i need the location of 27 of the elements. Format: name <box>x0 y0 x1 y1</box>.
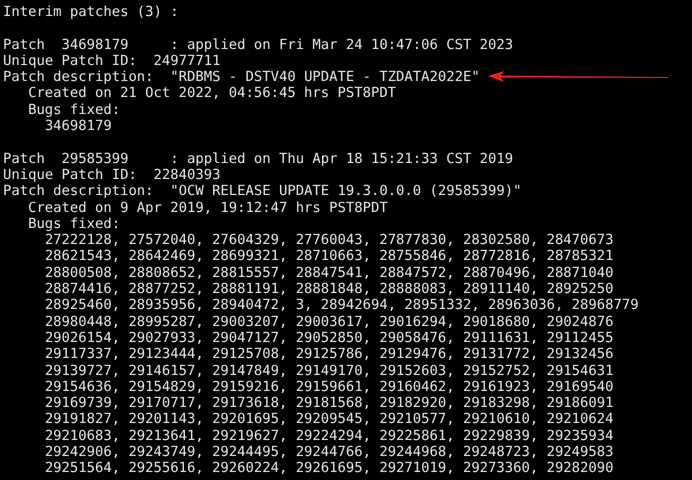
patch-applied-line: Patch 29585399 : applied on Thu Apr 18 15:21:33 CST 2019 <box>3 150 514 167</box>
bug-number-list: 28621543, 28642469, 28699321, 28710663, 28755846, 28772816, 28785321 <box>3 248 614 265</box>
bug-number-list: 28800508, 28808652, 28815557, 28847541, 28847572, 28870496, 28871040 <box>3 264 614 282</box>
bug-number-list: 28874416, 28877252, 28881191, 28881848, 28888083, 28911140, 28925250 <box>3 281 614 298</box>
bug-number-list: 29242906, 29243749, 29244495, 29244766, 29244968, 29248723, 29249583 <box>3 444 614 460</box>
patch-applied-line: Patch 34698179 : applied on Fri Mar 24 10:47:06 CST 2023 <box>3 36 514 53</box>
bugs-fixed-label: Bugs fixed: <box>27 216 120 232</box>
patch-description-line: Patch description: "OCW RELEASE UPDATE 19.3.0.0.0 (29585399)" <box>3 183 522 200</box>
bug-number-list: 34698179 <box>3 118 112 134</box>
bug-number-list: 29191827, 29201143, 29201695, 29209545, 29210577, 29210610, 29210624 <box>3 411 614 428</box>
unique-patch-id-line: Unique Patch ID: 22840393 <box>3 166 220 184</box>
bug-number-list: 29154636, 29154829, 29159216, 29159661, 29160462, 29161923, 29169540 <box>3 378 614 396</box>
bug-number-list: 29117337, 29123444, 29125708, 29125786, 29129476, 29131772, 29132456 <box>3 346 614 363</box>
bug-number-list: 29026154, 29027933, 29047127, 29052850, 29058476, 29111631, 29112455 <box>3 330 614 346</box>
bug-number-list: 27222128, 27572040, 27604329, 27760043, 27877830, 28302580, 28470673 <box>3 232 614 248</box>
bug-number-list: 29139727, 29146157, 29147849, 29149170, 29152603, 29152752, 29154631 <box>3 362 614 379</box>
unique-patch-id-line: Unique Patch ID: 24977711 <box>3 52 220 70</box>
created-line: Created on 21 Oct 2022, 04:56:45 hrs PST8PDT <box>27 85 396 102</box>
bug-number-list: 28925460, 28935956, 28940472, 3, 28942694, 28951332, 28963036, 28968779 <box>3 297 639 314</box>
patch-description-line: Patch description: "RDBMS - DSTV40 UPDATE - TZDATA2022E" <box>3 69 480 86</box>
bug-number-list: 29251564, 29255616, 29260224, 29261695, 29271019, 29273360, 29282090 <box>3 460 614 477</box>
bug-number-list: 29169739, 29170717, 29173618, 29181568, 29182920, 29183298, 29186091 <box>3 395 614 412</box>
bug-number-list: 28980448, 28995287, 29003207, 29003617, 29016294, 29018680, 29024876 <box>3 314 614 330</box>
section-header: Interim patches (3) : <box>3 4 179 20</box>
bugs-fixed-label: Bugs fixed: <box>27 102 120 118</box>
bug-number-list: 29210683, 29213641, 29219627, 29224294, 29225861, 29229839, 29235934 <box>3 428 614 444</box>
created-line: Created on 9 Apr 2019, 19:12:47 hrs PST8PDT <box>27 200 388 216</box>
